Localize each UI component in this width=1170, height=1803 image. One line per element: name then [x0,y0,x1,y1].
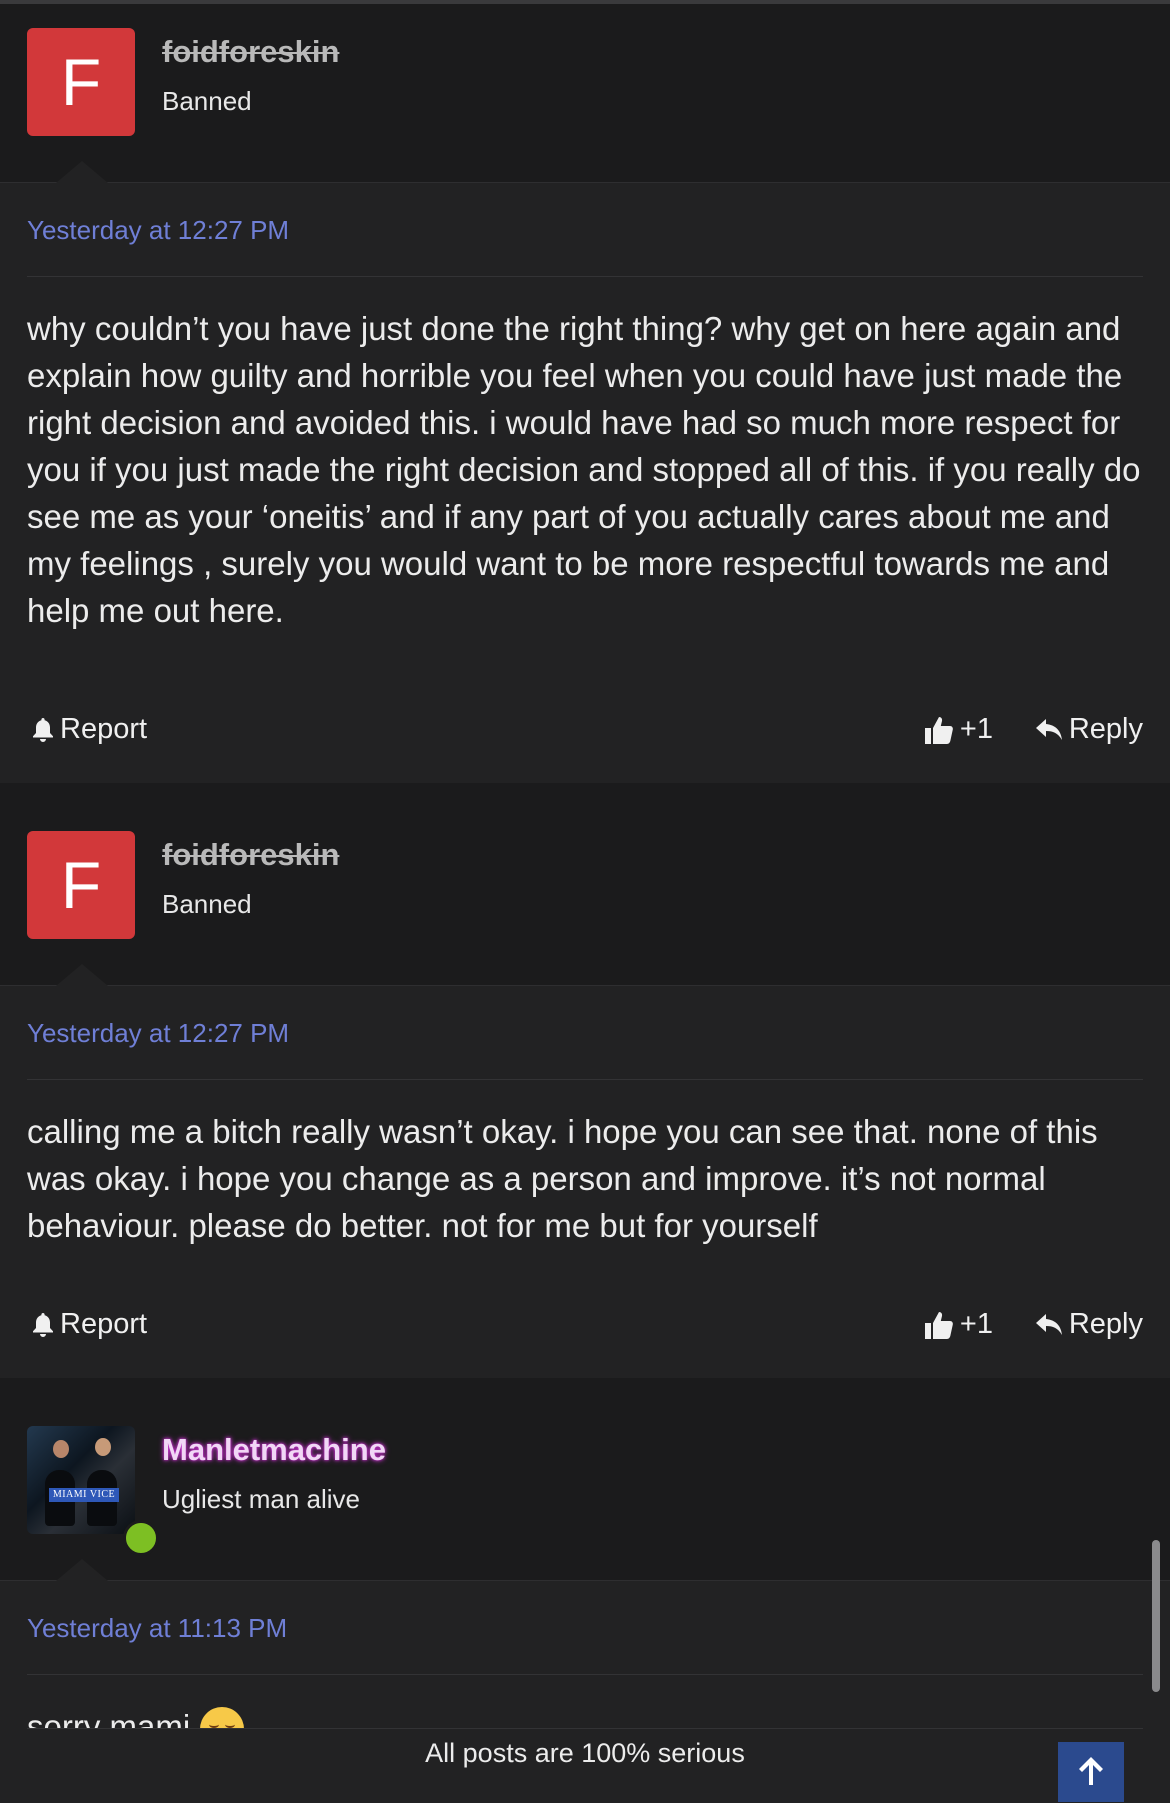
report-button[interactable]: Report [32,1308,147,1341]
arrow-up-icon [1079,1757,1103,1785]
post-body: why couldn’t you have just done the righ… [27,310,1141,629]
username[interactable]: foidforeskin [162,34,339,70]
reply-arrow-icon [1035,1313,1062,1335]
post-author-header: MIAMI VICE Manletmachine Ugliest man ali… [0,1402,1170,1581]
report-label: Report [60,713,148,745]
post: F foidforeskin Banned Yesterday at 12:27… [0,807,1170,1378]
reply-label: Reply [1068,713,1143,745]
user-title: Ugliest man alive [162,1484,360,1514]
post-body: calling me a bitch really wasn’t okay. i… [27,1113,1098,1244]
like-count: +1 [959,713,993,745]
reply-arrow-icon [1035,718,1062,740]
reply-label: Reply [1068,1308,1143,1340]
post-meta: Yesterday at 12:27 PM [27,986,1143,1080]
header-pointer [56,964,108,986]
avatar[interactable]: F [27,28,135,136]
header-pointer [56,1559,108,1581]
avatar-figure-head [53,1440,69,1458]
post-timestamp[interactable]: Yesterday at 12:27 PM [27,213,289,246]
like-button[interactable]: +1 [924,713,993,746]
footer: All posts are 100% serious [0,1728,1170,1802]
username[interactable]: Manletmachine [162,1432,386,1468]
report-label: Report [60,1308,148,1340]
thumbs-up-icon [924,716,953,744]
post-author-header: F foidforeskin Banned [0,807,1170,986]
avatar-badge: MIAMI VICE [49,1488,119,1502]
post-timestamp[interactable]: Yesterday at 12:27 PM [27,1016,289,1049]
scrollbar[interactable] [1152,1540,1160,1692]
report-button[interactable]: Report [32,713,147,746]
post: F foidforeskin Banned Yesterday at 12:27… [0,4,1170,783]
bell-icon [33,1312,53,1337]
online-status-indicator [123,1520,159,1556]
user-title: Banned [162,889,252,919]
user-title: Banned [162,86,252,116]
scroll-to-top-button[interactable] [1058,1742,1124,1802]
post-timestamp[interactable]: Yesterday at 11:13 PM [27,1611,287,1644]
post-author-header: F foidforeskin Banned [0,4,1170,183]
reply-button[interactable]: Reply [1035,713,1143,746]
reply-button[interactable]: Reply [1035,1308,1143,1341]
like-count: +1 [959,1308,993,1340]
thumbs-up-icon [924,1311,953,1339]
post-actions: Report +1 Reply [27,683,1143,783]
avatar-figure-head [95,1438,111,1456]
post-meta: Yesterday at 12:27 PM [27,183,1143,277]
like-button[interactable]: +1 [924,1308,993,1341]
username[interactable]: foidforeskin [162,837,339,873]
footer-text: All posts are 100% serious [425,1738,745,1768]
post-actions: Report +1 Reply [27,1278,1143,1378]
avatar[interactable]: MIAMI VICE [27,1426,159,1556]
post-meta: Yesterday at 11:13 PM [27,1581,1143,1675]
bell-icon [33,717,53,742]
header-pointer [56,161,108,183]
footer-divider [27,1728,1143,1729]
avatar[interactable]: F [27,831,135,939]
